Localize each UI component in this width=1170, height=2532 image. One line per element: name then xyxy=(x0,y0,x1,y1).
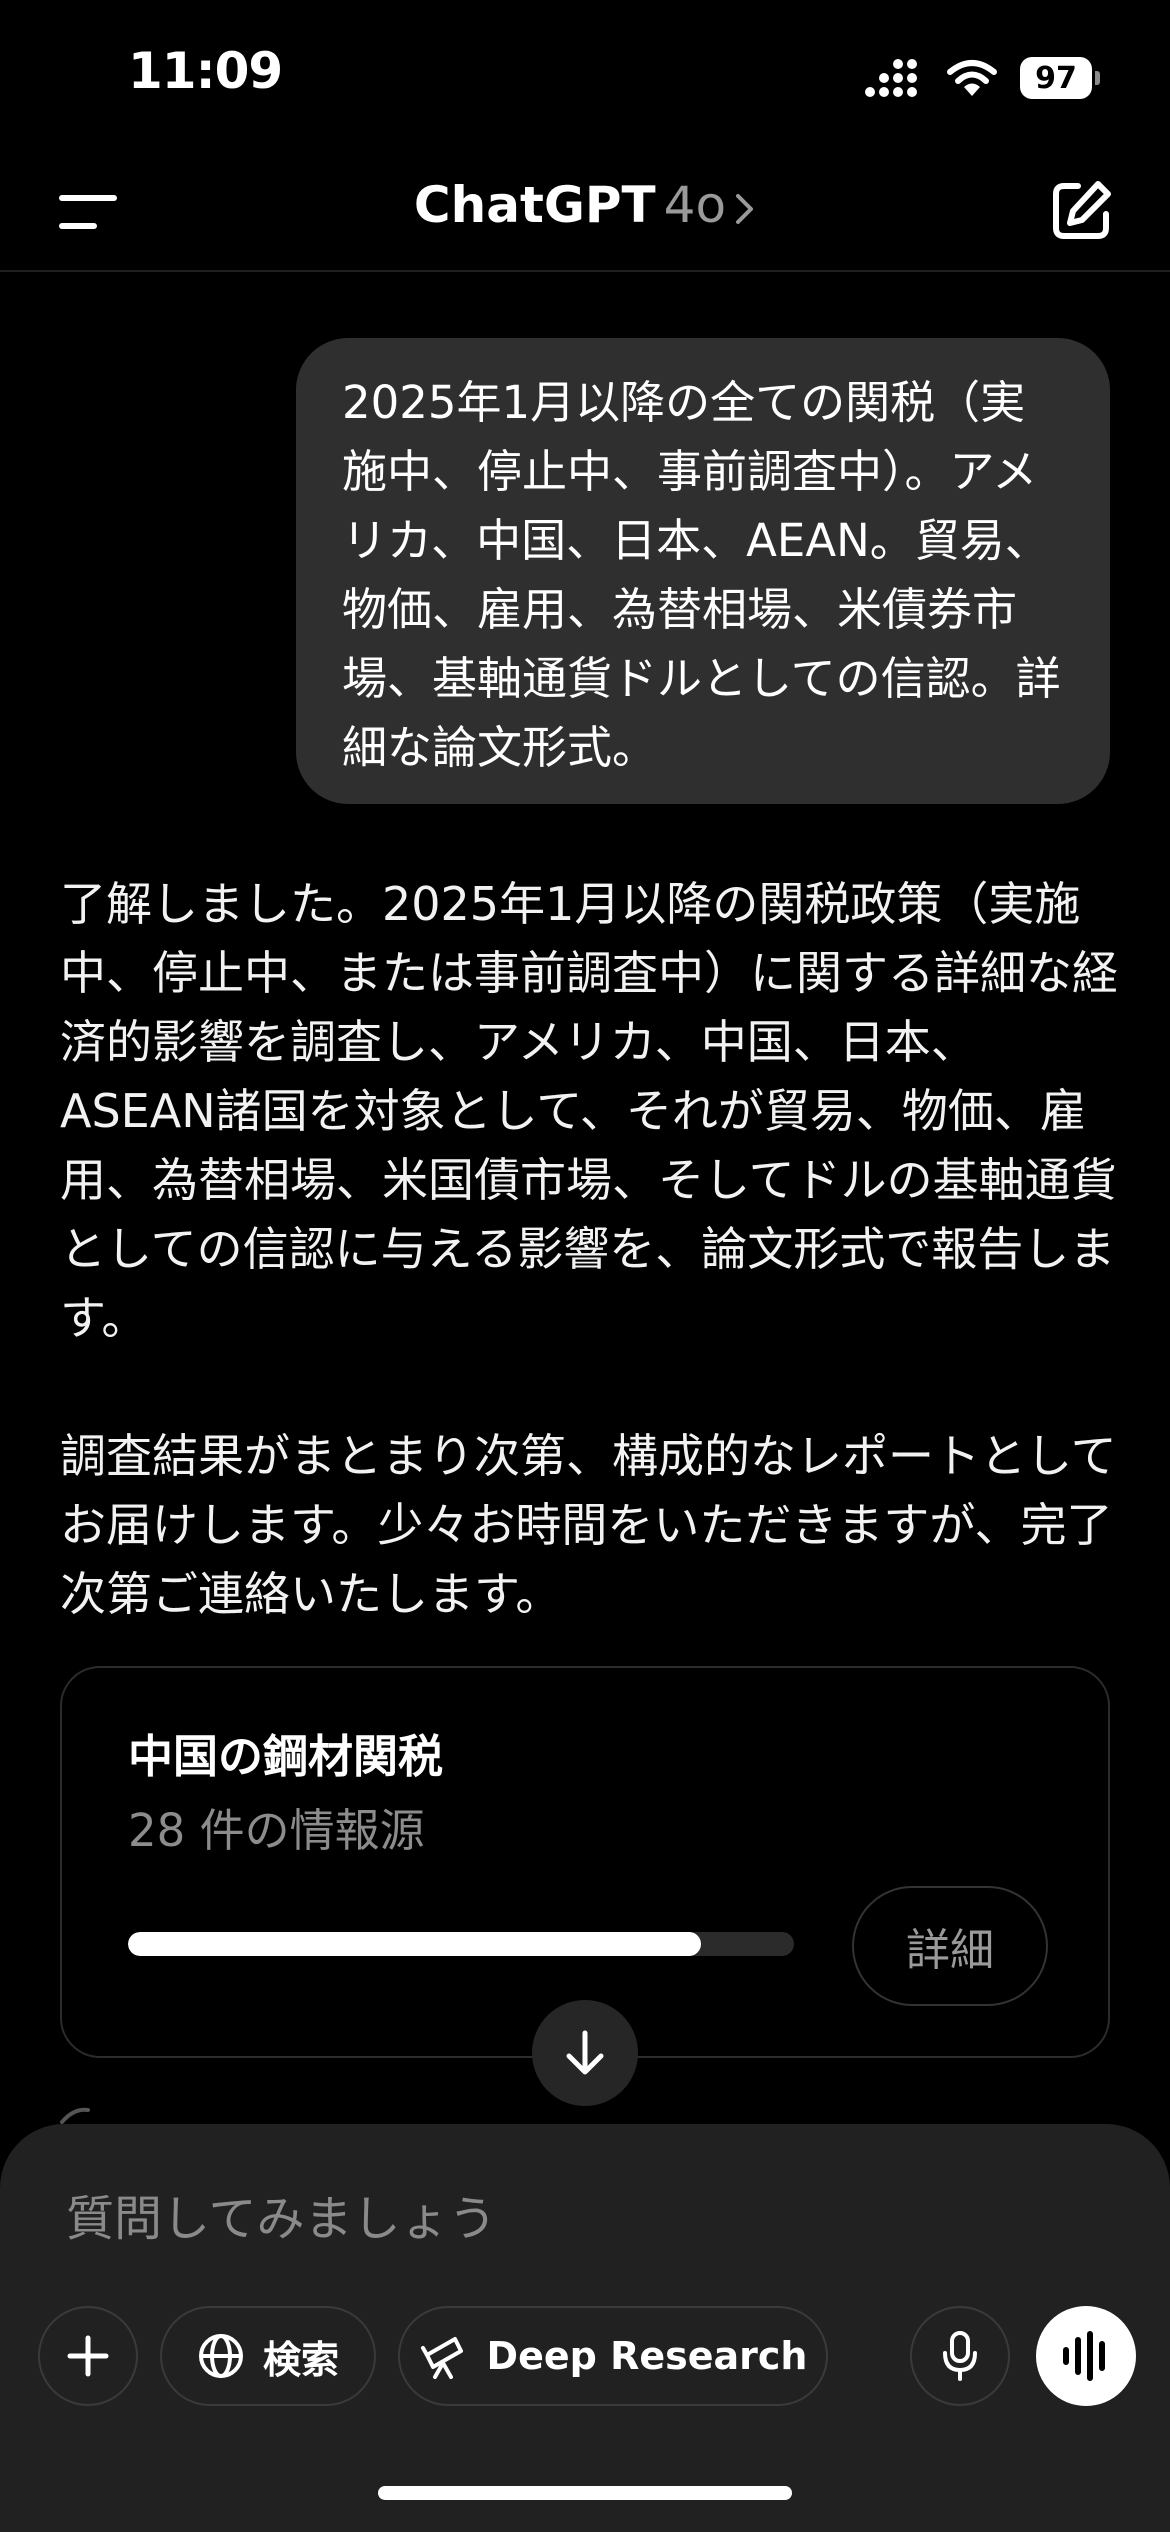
wifi-icon xyxy=(947,60,997,96)
microphone-icon xyxy=(943,2331,977,2381)
source-count: 28 件の情報源 xyxy=(128,1804,425,1857)
arrow-down-icon xyxy=(566,2030,604,2075)
plus-icon xyxy=(67,2335,109,2377)
search-label: 検索 xyxy=(262,2337,339,2382)
audio-waveform-icon xyxy=(1063,2331,1105,2381)
voice-mode-button[interactable] xyxy=(1036,2306,1136,2406)
message-input[interactable] xyxy=(64,2178,1068,2260)
battery-indicator: 97 xyxy=(1020,57,1100,99)
search-button[interactable]: 検索 xyxy=(160,2306,376,2406)
scroll-to-bottom-button[interactable] xyxy=(532,2000,638,2106)
home-indicator[interactable] xyxy=(378,2486,792,2500)
partial-icon xyxy=(60,2107,90,2124)
model-name: 4o xyxy=(663,176,727,234)
deep-research-label: Deep Research xyxy=(486,2334,808,2378)
status-bar: 11:09 97 xyxy=(0,0,1170,150)
cellular-signal-icon xyxy=(865,59,917,97)
app-title: ChatGPT xyxy=(413,176,656,234)
nav-bar: ChatGPT 4o xyxy=(0,150,1170,272)
status-icons: 97 xyxy=(864,50,1100,106)
chevron-right-icon xyxy=(736,193,754,224)
user-message-bubble: 2025年1月以降の全ての関税（実施中、停止中、事前調査中）。アメリカ、中国、日… xyxy=(296,338,1110,804)
research-topic: 中国の鋼材関税 xyxy=(128,1730,444,1783)
telescope-icon xyxy=(420,2337,463,2379)
globe-icon xyxy=(198,2334,243,2378)
dictate-button[interactable] xyxy=(910,2306,1010,2406)
assistant-message: 了解しました。2025年1月以降の関税政策（実施中、停止中、または事前調査中）に… xyxy=(60,870,1120,1698)
deep-research-button[interactable]: Deep Research xyxy=(398,2306,828,2406)
research-progress-fill xyxy=(128,1932,701,1956)
status-time: 11:09 xyxy=(128,42,283,100)
assistant-paragraph: 調査結果がまとまり次第、構成的なレポートとしてお届けします。少々お時間をいただき… xyxy=(60,1429,1117,1621)
model-selector[interactable]: ChatGPT 4o xyxy=(0,176,1170,234)
assistant-paragraph: 了解しました。2025年1月以降の関税政策（実施中、停止中、または事前調査中）に… xyxy=(60,877,1118,1345)
research-progress-bar xyxy=(128,1932,794,1956)
details-button[interactable]: 詳細 xyxy=(852,1886,1048,2006)
composer: 検索 Deep Research xyxy=(0,2124,1170,2532)
attach-button[interactable] xyxy=(38,2306,138,2406)
new-chat-icon[interactable] xyxy=(1048,178,1114,244)
